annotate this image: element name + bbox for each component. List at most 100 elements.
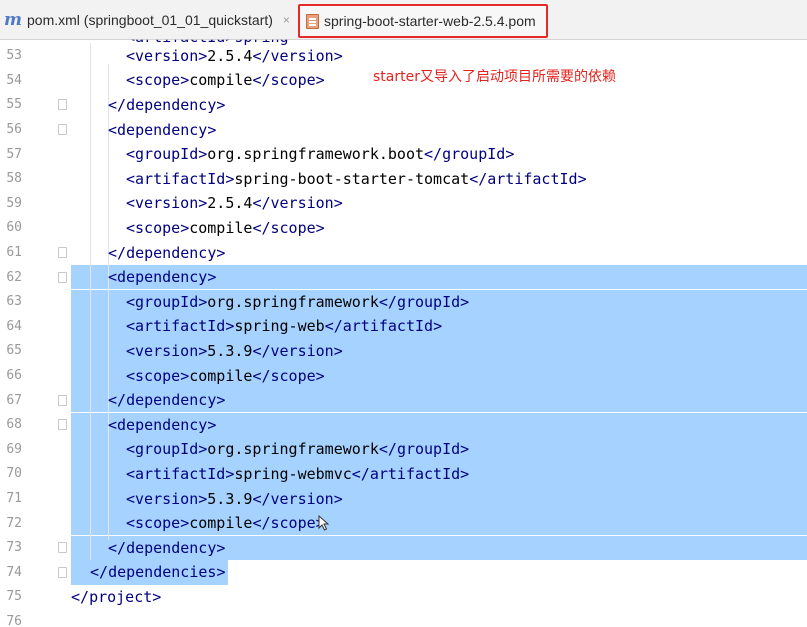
code-line[interactable]: 70 <artifactId>spring-webmvc</artifactId> — [6, 461, 807, 487]
xml-text-value: 2.5.4 — [207, 46, 253, 65]
fold-marker-icon[interactable] — [58, 566, 67, 578]
xml-bracket: < — [126, 218, 136, 237]
code-line[interactable]: 72<scope>compile</scope> — [6, 510, 807, 536]
fold-marker-icon[interactable] — [58, 271, 67, 283]
xml-tag-name: scope — [135, 514, 181, 533]
xml-bracket: </ — [252, 71, 271, 90]
xml-bracket: > — [180, 218, 190, 237]
xml-bracket: > — [333, 489, 343, 508]
xml-bracket: </ — [108, 95, 127, 114]
code-line[interactable]: 66 <scope>compile</scope> — [6, 363, 807, 388]
xml-text-value: compile — [189, 366, 253, 385]
xml-text-value: 5.3.9 — [207, 489, 253, 508]
code-line[interactable]: 63 <groupId>org.springframework</groupId> — [6, 289, 807, 315]
code-text: <scope>compile</scope> — [126, 514, 325, 532]
xml-text-value: org.springframework.boot — [207, 145, 425, 164]
code-line[interactable]: 76 — [0, 609, 807, 627]
code-line[interactable]: 53 <version>2.5.4</version> — [0, 44, 807, 69]
code-text: <artifactId>spring-webmvc</artifactId> — [126, 465, 469, 483]
xml-bracket: < — [108, 268, 118, 287]
xml-bracket: > — [198, 145, 208, 164]
code-line[interactable]: 62 <dependency> — [6, 264, 807, 290]
xml-tag-name: version — [135, 194, 199, 213]
code-line[interactable]: 75 </project> — [0, 585, 807, 610]
xml-bracket: </ — [469, 169, 488, 188]
xml-tag-name: dependency — [117, 120, 208, 139]
xml-tag-name: artifactId — [369, 464, 461, 483]
fold-marker-icon[interactable] — [58, 99, 67, 111]
xml-bracket: < — [126, 366, 136, 385]
code-line[interactable]: 69 <groupId>org.springframework</groupId> — [6, 437, 807, 462]
xml-bracket: > — [180, 366, 190, 385]
line-number: 76 — [6, 614, 22, 627]
line-number: 71 — [6, 491, 22, 507]
xml-bracket: < — [126, 292, 136, 311]
xml-text-value: compile — [189, 71, 253, 90]
xml-text-value: compile — [189, 514, 253, 533]
code-line[interactable]: 68 <dependency> — [6, 412, 807, 438]
xml-tag-name: version — [270, 341, 334, 360]
fold-marker-icon[interactable] — [58, 124, 67, 136]
code-line[interactable]: 71 <version>5.3.9</version> — [6, 486, 807, 511]
code-text: <groupId>org.springframework</groupId> — [126, 293, 469, 311]
line-number: 53 — [6, 48, 22, 64]
xml-bracket: </ — [252, 366, 271, 385]
code-line[interactable]: 59 <version>2.5.4</version> — [0, 191, 807, 216]
line-number: 62 — [6, 269, 22, 285]
code-text: <artifactId>spring-boot-starter-tomcat</… — [126, 170, 587, 188]
xml-bracket: < — [126, 46, 136, 65]
xml-text-value: org.springframework — [207, 292, 379, 311]
xml-bracket: > — [198, 46, 208, 65]
code-text: <dependency> — [108, 416, 216, 434]
xml-bracket: </ — [424, 145, 443, 164]
xml-bracket: > — [198, 292, 208, 311]
code-text: </dependency> — [108, 96, 225, 114]
annotation-text: starter又导入了启动项目所需要的依赖 — [373, 69, 616, 85]
xml-tag-name: dependency — [117, 415, 208, 434]
code-line[interactable]: 64 <artifactId>spring-web</artifactId> — [6, 314, 807, 339]
xml-bracket: > — [180, 71, 190, 90]
code-text: <scope>compile</scope> — [126, 71, 325, 89]
xml-tag-name: artifactId — [487, 169, 578, 188]
xml-tag-name: version — [270, 489, 334, 508]
xml-bracket: > — [198, 440, 208, 459]
xml-bracket: </ — [252, 46, 271, 65]
xml-bracket: < — [126, 440, 136, 459]
code-line[interactable]: 73 </dependency> — [6, 535, 807, 561]
code-line[interactable]: 55 </dependency> — [0, 93, 807, 118]
fold-marker-icon[interactable] — [58, 247, 67, 259]
xml-bracket: < — [126, 71, 136, 90]
code-line[interactable]: 56 <dependency> — [0, 117, 807, 142]
code-line[interactable]: 67 </dependency> — [6, 387, 807, 413]
code-line[interactable]: 57 <groupId>org.springframework.boot</gro… — [0, 142, 807, 167]
code-text: <dependency> — [108, 121, 216, 139]
line-number: 60 — [6, 220, 22, 236]
xml-bracket: < — [126, 464, 136, 483]
xml-tag-name: dependencies — [108, 563, 217, 582]
xml-bracket: > — [198, 341, 208, 360]
xml-tag-name: artifactId — [342, 317, 434, 336]
xml-bracket: < — [126, 169, 136, 188]
code-line[interactable]: 61 </dependency> — [0, 240, 807, 265]
xml-text-value: org.springframework — [207, 440, 379, 459]
code-line[interactable]: 65 <version>5.3.9</version> — [6, 338, 807, 364]
xml-bracket: > — [505, 145, 515, 164]
code-line[interactable]: 74 </dependencies> — [0, 560, 807, 585]
xml-bracket: < — [126, 145, 136, 164]
line-number: 64 — [6, 318, 22, 334]
code-line[interactable]: 58 <artifactId>spring-boot-starter-tomcat… — [0, 167, 807, 192]
xml-bracket: </ — [252, 341, 271, 360]
xml-tag-name: version — [135, 341, 199, 360]
fold-marker-icon[interactable] — [58, 394, 67, 406]
xml-bracket: > — [333, 194, 343, 213]
code-text: <dependency> — [108, 268, 216, 286]
xml-tag-name: version — [270, 194, 334, 213]
xml-bracket: > — [216, 563, 226, 582]
fold-marker-icon[interactable] — [58, 542, 67, 554]
code-line[interactable]: 60 <scope>compile</scope> — [0, 216, 807, 241]
fold-marker-icon[interactable] — [58, 419, 67, 431]
xml-tag-name: groupId — [442, 145, 506, 164]
code-text: <artifactId>spring-web</artifactId> — [126, 317, 442, 335]
xml-bracket: > — [433, 317, 443, 336]
xml-bracket: > — [333, 46, 343, 65]
